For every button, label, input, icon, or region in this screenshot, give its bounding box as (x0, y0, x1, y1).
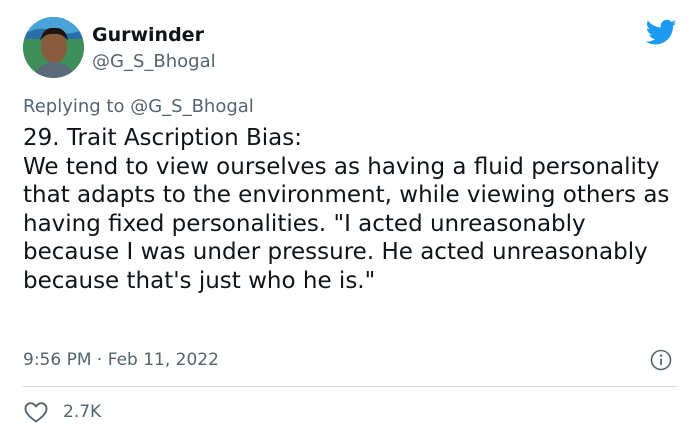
tweet-time: 9:56 PM (23, 350, 92, 370)
info-icon[interactable] (650, 349, 672, 371)
twitter-bird-icon[interactable] (646, 19, 677, 46)
heart-icon[interactable] (23, 400, 49, 424)
like-action[interactable]: 2.7K (23, 400, 101, 424)
avatar[interactable] (23, 17, 84, 78)
replying-to: Replying to @G_S_Bhogal (23, 95, 254, 119)
author-handle[interactable]: @G_S_Bhogal (92, 51, 216, 73)
like-count: 2.7K (63, 402, 102, 422)
tweet-date: Feb 11, 2022 (107, 350, 219, 370)
divider (23, 386, 677, 387)
tweet-card: Gurwinder @G_S_Bhogal Replying to @G_S_B… (0, 0, 700, 441)
tweet-timestamp[interactable]: 9:56 PM · Feb 11, 2022 (23, 349, 219, 371)
meta-separator: · (96, 350, 103, 370)
replying-to-prefix: Replying to (23, 96, 131, 117)
tweet-text: 29. Trait Ascription Bias: We tend to vi… (23, 125, 670, 294)
author-display-name[interactable]: Gurwinder (92, 24, 204, 46)
avatar-image (23, 17, 84, 78)
replying-to-mention[interactable]: @G_S_Bhogal (130, 96, 254, 117)
